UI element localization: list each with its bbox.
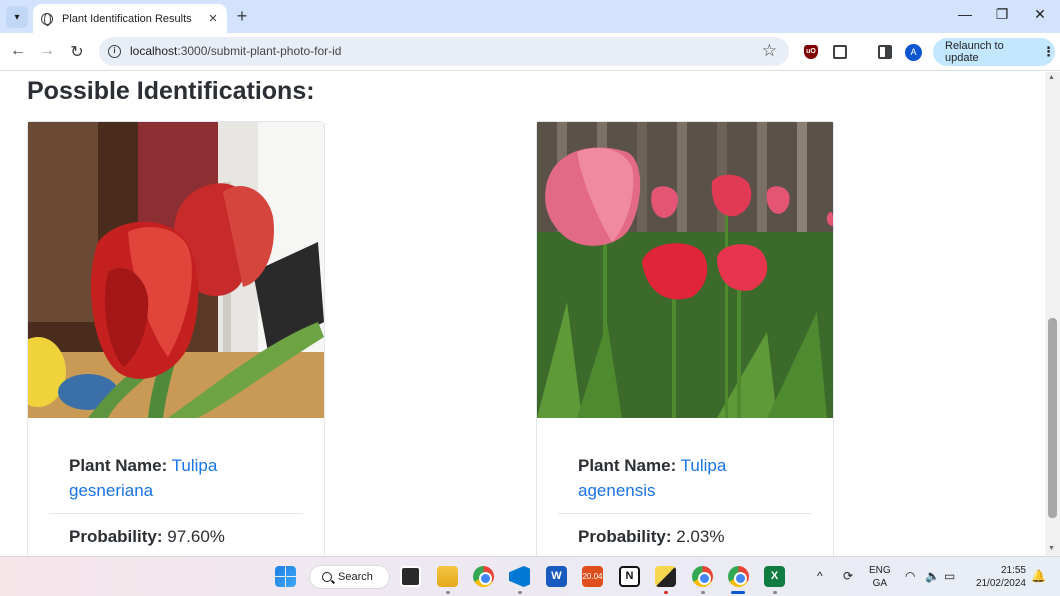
url-path: :3000/submit-plant-photo-for-id <box>177 44 342 58</box>
task-view-icon[interactable] <box>400 566 421 587</box>
excel-icon[interactable]: X <box>764 566 785 587</box>
card-divider <box>558 513 812 514</box>
volume-icon[interactable]: 🔈 <box>925 569 940 583</box>
plant-name-label: Plant Name: <box>69 456 168 475</box>
forward-arrow-icon[interactable]: → <box>37 42 57 60</box>
plant-name-species: gesneriana <box>69 481 154 500</box>
relaunch-label: Relaunch to update <box>945 40 1004 64</box>
relaunch-to-update-button[interactable]: Relaunch to update ⋮ <box>933 38 1055 66</box>
search-icon <box>322 572 332 582</box>
taskbar-search-label: Search <box>338 571 373 583</box>
probability-row: Probability: 97.60% <box>69 527 225 547</box>
ublock-extension-icon[interactable]: uO <box>804 45 818 59</box>
side-panel-icon[interactable] <box>878 45 892 59</box>
scroll-up-arrow-icon[interactable]: ▲ <box>1048 74 1055 81</box>
new-tab-plus-icon[interactable]: + <box>233 6 251 27</box>
running-indicator <box>446 591 450 594</box>
running-indicator <box>773 591 777 594</box>
vertical-scrollbar[interactable]: ▲ ▼ <box>1045 72 1060 556</box>
reload-icon[interactable]: ↻ <box>67 42 87 62</box>
active-window-indicator <box>731 591 745 594</box>
scroll-down-arrow-icon[interactable]: ▼ <box>1048 545 1055 552</box>
identification-card: Plant Name: Tulipa agenensis Probability:… <box>536 121 834 556</box>
probability-row: Probability: 2.03% <box>578 527 724 547</box>
taskbar-search-button[interactable]: Search <box>309 565 390 589</box>
more-menu-icon: ⋮ <box>1042 44 1055 59</box>
windows-taskbar: Search W 20.04 N X ^ ⟳ ENG GA ◠ 🔈 ▭ 21:5… <box>0 556 1060 596</box>
browser-tabstrip: ▾ Plant Identification Results × + — ❐ ✕ <box>0 0 1060 33</box>
plant-photo <box>537 122 833 418</box>
minimize-icon[interactable]: — <box>955 6 975 22</box>
probability-label: Probability: <box>69 527 163 546</box>
probability-label: Probability: <box>578 527 672 546</box>
notification-bell-icon[interactable]: 🔔 <box>1031 569 1046 583</box>
plant-name-species: agenensis <box>578 481 656 500</box>
tab-close-icon[interactable]: × <box>203 10 223 27</box>
plant-name-row: Plant Name: Tulipa gesneriana <box>69 453 299 503</box>
scrollbar-thumb[interactable] <box>1048 318 1057 518</box>
vscode-icon[interactable] <box>509 566 530 587</box>
word-icon[interactable]: W <box>546 566 567 587</box>
page-heading: Possible Identifications: <box>27 77 315 105</box>
clock-time: 21:55 <box>1000 565 1026 576</box>
notion-icon[interactable]: N <box>619 566 640 587</box>
probability-value: 97.60% <box>167 527 225 546</box>
chrome-icon[interactable] <box>473 566 494 587</box>
chrome-active-icon[interactable] <box>728 566 749 587</box>
battery-icon[interactable]: ▭ <box>944 569 955 583</box>
sticky-notes-icon[interactable] <box>655 566 676 587</box>
windows-start-icon[interactable] <box>275 566 296 587</box>
plant-name-label: Plant Name: <box>578 456 677 475</box>
browser-toolbar: ← → ↻ i localhost:3000/submit-plant-phot… <box>0 33 1060 71</box>
globe-icon <box>41 12 53 26</box>
profile-avatar[interactable]: A <box>905 44 922 61</box>
probability-value: 2.03% <box>676 527 725 546</box>
page-viewport: Possible Identifications: Plant Name: Tu… <box>0 72 1045 556</box>
plant-name-genus: Tulipa <box>680 456 727 475</box>
office-app-icon[interactable]: 20.04 <box>582 566 603 587</box>
system-clock[interactable]: 21:55 21/02/2024 <box>970 564 1026 590</box>
back-arrow-icon[interactable]: ← <box>8 42 28 60</box>
running-indicator <box>701 591 705 594</box>
plant-name-genus: Tulipa <box>171 456 218 475</box>
running-indicator <box>518 591 522 594</box>
address-bar[interactable]: i localhost:3000/submit-plant-photo-for-… <box>99 37 789 66</box>
plant-photo <box>28 122 324 418</box>
window-close-icon[interactable]: ✕ <box>1030 6 1050 23</box>
language-code: ENG <box>869 565 891 576</box>
card-divider <box>49 513 303 514</box>
plant-name-row: Plant Name: Tulipa agenensis <box>578 453 808 503</box>
clock-date: 21/02/2024 <box>975 578 1026 589</box>
url-text[interactable]: localhost:3000/submit-plant-photo-for-id <box>130 44 341 58</box>
language-indicator[interactable]: ENG GA <box>869 564 891 590</box>
chrome-profile-icon[interactable] <box>692 566 713 587</box>
site-info-icon[interactable]: i <box>108 45 121 58</box>
url-host: localhost <box>130 44 178 58</box>
wifi-icon[interactable]: ◠ <box>905 569 915 583</box>
tray-overflow-chevron-icon[interactable]: ^ <box>817 569 823 583</box>
tab-title: Plant Identification Results <box>62 12 192 25</box>
keyboard-layout: GA <box>872 578 888 589</box>
file-explorer-icon[interactable] <box>437 566 458 587</box>
sync-icon[interactable]: ⟳ <box>843 569 853 583</box>
extensions-puzzle-icon[interactable] <box>833 45 847 59</box>
identification-card: Plant Name: Tulipa gesneriana Probability… <box>27 121 325 556</box>
bookmark-star-icon[interactable]: ☆ <box>762 41 777 61</box>
restore-icon[interactable]: ❐ <box>992 6 1012 23</box>
running-indicator <box>664 591 668 594</box>
tab-search-chevron-icon[interactable]: ▾ <box>6 6 28 28</box>
tab-plant-identification-results[interactable]: Plant Identification Results × <box>33 4 227 33</box>
